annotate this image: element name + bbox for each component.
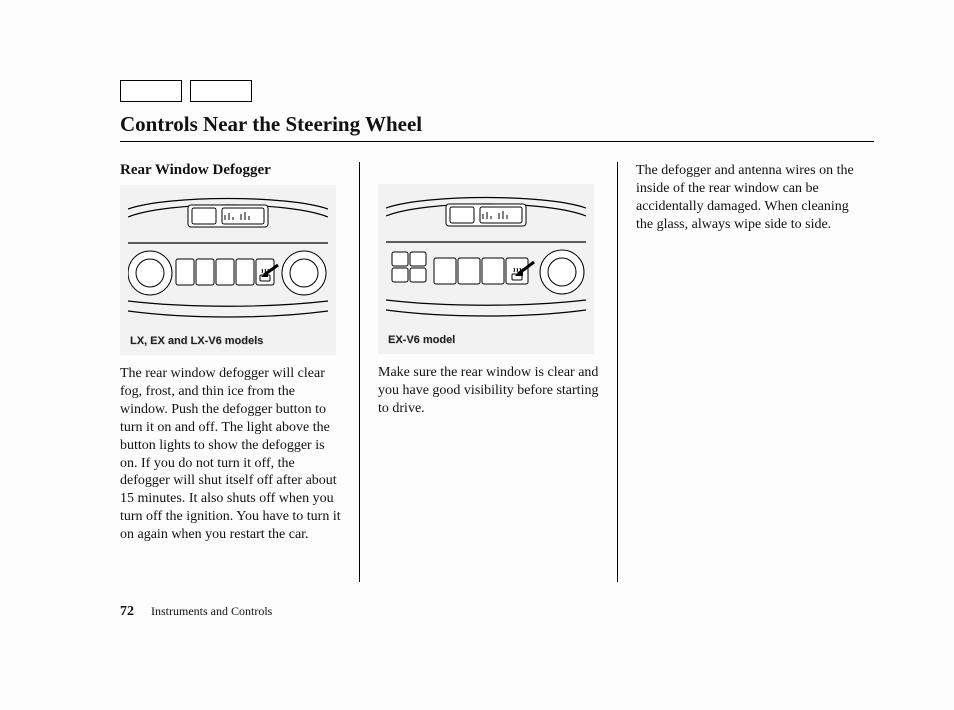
figure-caption: LX, EX and LX-V6 models [130,335,263,347]
column-2: EX-V6 model Make sure the rear window is… [378,162,618,582]
figure-ex-v6: EX-V6 model [378,184,594,354]
column-3: The defogger and antenna wires on the in… [636,162,866,582]
header-box [190,80,252,102]
header-boxes [120,80,874,102]
section-subheading: Rear Window Defogger [120,162,341,179]
page-footer: 72 Instruments and Controls [120,604,272,620]
header-box [120,80,182,102]
column-1: Rear Window Defogger [120,162,360,582]
title-rule [120,141,874,142]
manual-page: Controls Near the Steering Wheel Rear Wi… [0,0,954,710]
content-columns: Rear Window Defogger [120,162,874,582]
figure-caption: EX-V6 model [388,334,455,346]
body-paragraph: The rear window defogger will clear fog,… [120,365,341,544]
footer-section-label: Instruments and Controls [151,604,272,618]
dashboard-illustration-icon [386,192,586,322]
page-number: 72 [120,604,134,619]
page-title: Controls Near the Steering Wheel [120,112,874,137]
body-paragraph: The defogger and antenna wires on the in… [636,162,866,234]
body-paragraph: Make sure the rear window is clear and y… [378,364,599,418]
figure-lx-ex: LX, EX and LX-V6 models [120,185,336,355]
dashboard-illustration-icon [128,193,328,323]
